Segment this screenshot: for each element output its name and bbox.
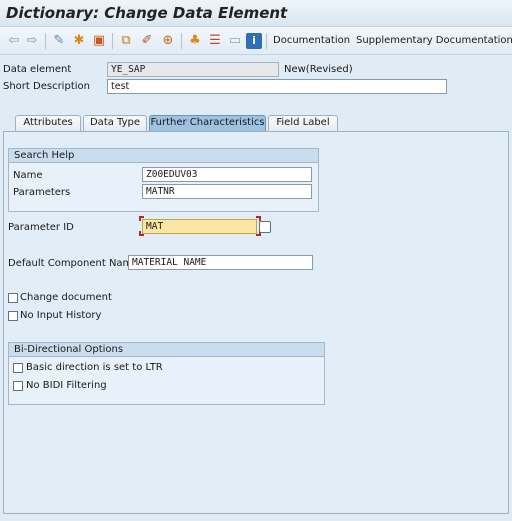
back-arrow-icon[interactable]: ⇦	[6, 33, 22, 49]
search-help-title: Search Help	[9, 149, 318, 163]
toolbar-separator	[181, 33, 182, 49]
value-help-icon[interactable]	[259, 221, 271, 233]
toolbar-separator	[112, 33, 113, 49]
change-document-checkbox[interactable]	[8, 293, 18, 303]
basic-direction-ltr-label: Basic direction is set to LTR	[26, 362, 163, 373]
display-change-icon[interactable]: ✎	[51, 33, 67, 49]
tab-further-characteristics[interactable]: Further Characteristics	[149, 115, 266, 132]
tab-field-label[interactable]: Field Label	[268, 115, 338, 131]
title-bar: Dictionary: Change Data Element	[0, 0, 512, 27]
search-help-parameters-label: Parameters	[13, 187, 71, 198]
parameter-id-input[interactable]: MAT	[142, 219, 257, 234]
search-help-name-input[interactable]: Z00EDUV03	[142, 167, 312, 182]
bidi-options-group: Bi-Directional Options	[8, 342, 325, 405]
short-description-input[interactable]: test	[107, 79, 447, 94]
list-icon[interactable]: ☰	[207, 33, 223, 49]
documentation-button[interactable]: Documentation	[273, 35, 350, 46]
toolbar-separator	[45, 33, 46, 49]
default-component-name-input[interactable]: MATERIAL NAME	[128, 255, 313, 270]
status-text: New(Revised)	[284, 64, 353, 75]
hierarchy-icon[interactable]: ♣	[187, 33, 203, 49]
basic-direction-ltr-checkbox[interactable]	[13, 363, 23, 373]
focus-marker	[139, 231, 144, 236]
forward-arrow-icon[interactable]: ⇨	[24, 33, 40, 49]
no-input-history-label: No Input History	[20, 310, 102, 321]
data-element-field: YE_SAP	[107, 62, 279, 77]
supplementary-documentation-button[interactable]: Supplementary Documentation	[356, 35, 512, 46]
short-description-label: Short Description	[3, 81, 90, 92]
focus-marker	[139, 216, 144, 221]
where-used-icon[interactable]: ⧉	[118, 33, 134, 49]
search-help-name-label: Name	[13, 170, 43, 181]
application-toolbar: ⇦ ⇨ ✎ ✱ ▣ ⧉ ✐ ⊕ ♣ ☰ ▭ i Documentation Su…	[0, 27, 512, 55]
window-title: Dictionary: Change Data Element	[6, 4, 288, 22]
info-icon[interactable]: i	[246, 33, 262, 49]
other-object-icon[interactable]: ▣	[91, 33, 107, 49]
tab-data-type[interactable]: Data Type	[83, 115, 147, 131]
edit-icon[interactable]: ✐	[139, 33, 155, 49]
change-document-label: Change document	[20, 292, 112, 303]
data-element-label: Data element	[3, 64, 72, 75]
insert-icon[interactable]: ⊕	[160, 33, 176, 49]
bidi-options-title: Bi-Directional Options	[9, 343, 324, 357]
parameter-id-label: Parameter ID	[8, 222, 74, 233]
activate-icon[interactable]: ✱	[71, 33, 87, 49]
search-help-parameters-input[interactable]: MATNR	[142, 184, 312, 199]
display-object-list-icon[interactable]: ▭	[227, 33, 243, 49]
toolbar-separator	[266, 33, 267, 49]
no-bidi-filtering-label: No BIDI Filtering	[26, 380, 107, 391]
tab-attributes[interactable]: Attributes	[15, 115, 81, 131]
no-input-history-checkbox[interactable]	[8, 311, 18, 321]
default-component-name-label: Default Component Name	[8, 258, 139, 269]
no-bidi-filtering-checkbox[interactable]	[13, 381, 23, 391]
